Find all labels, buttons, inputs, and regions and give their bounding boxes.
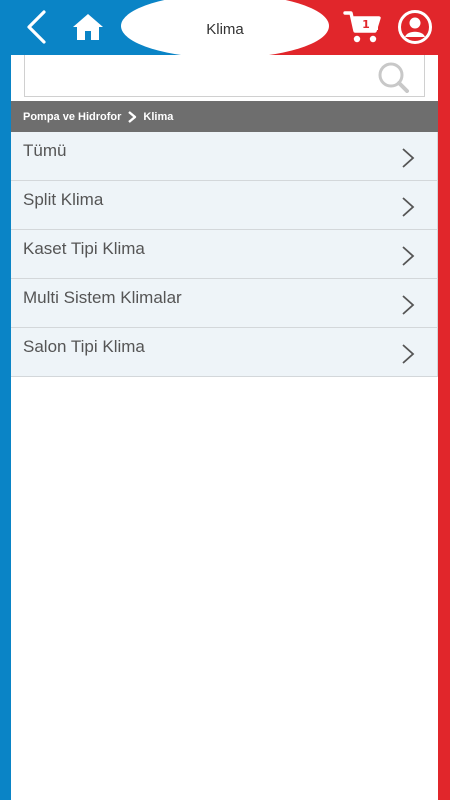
category-item-multi-sistem-klimalar[interactable]: Multi Sistem Klimalar <box>11 279 438 328</box>
search-input[interactable] <box>31 59 375 93</box>
category-item-kaset-tipi-klima[interactable]: Kaset Tipi Klima <box>11 230 438 279</box>
chevron-right-icon <box>402 197 415 217</box>
top-bar: Klima 1 <box>0 0 450 55</box>
page-title-pill: Klima <box>121 0 329 55</box>
app-screen: Klima 1 Pompa ve Hidrofor Klima Tümü Spl… <box>0 0 450 800</box>
home-icon <box>73 14 103 40</box>
category-item-label: Multi Sistem Klimalar <box>23 288 182 307</box>
breadcrumb: Pompa ve Hidrofor Klima <box>11 101 438 132</box>
left-brand-stripe <box>0 0 11 800</box>
cart-count: 1 <box>362 18 370 31</box>
chevron-right-icon <box>402 148 415 168</box>
search-bar <box>11 55 438 101</box>
category-item-label: Split Klima <box>23 190 104 209</box>
home-button[interactable] <box>68 9 108 45</box>
page-title: Klima <box>206 20 244 38</box>
cart-icon: 1 <box>343 11 381 43</box>
back-button[interactable] <box>18 7 54 47</box>
breadcrumb-item-pompa-ve-hidrofor[interactable]: Pompa ve Hidrofor <box>23 111 121 123</box>
chevron-right-icon <box>402 295 415 315</box>
chevron-right-icon <box>402 246 415 266</box>
cart-button[interactable]: 1 <box>341 8 385 46</box>
chevron-right-icon <box>127 110 137 123</box>
category-item-split-klima[interactable]: Split Klima <box>11 181 438 230</box>
chevron-left-icon <box>27 10 46 44</box>
right-brand-stripe <box>438 0 450 800</box>
category-item-label: Kaset Tipi Klima <box>23 239 145 258</box>
category-item-tumu[interactable]: Tümü <box>11 132 438 181</box>
category-item-salon-tipi-klima[interactable]: Salon Tipi Klima <box>11 328 438 377</box>
search-icon <box>378 62 409 93</box>
category-item-label: Tümü <box>23 141 67 160</box>
category-item-label: Salon Tipi Klima <box>23 337 145 356</box>
search-button[interactable] <box>376 61 410 93</box>
account-button[interactable] <box>394 7 436 47</box>
user-icon <box>398 10 432 44</box>
category-list: Tümü Split Klima Kaset Tipi Klima Multi … <box>11 132 438 377</box>
search-box <box>24 55 425 97</box>
chevron-right-icon <box>402 344 415 364</box>
breadcrumb-item-klima: Klima <box>143 110 174 123</box>
